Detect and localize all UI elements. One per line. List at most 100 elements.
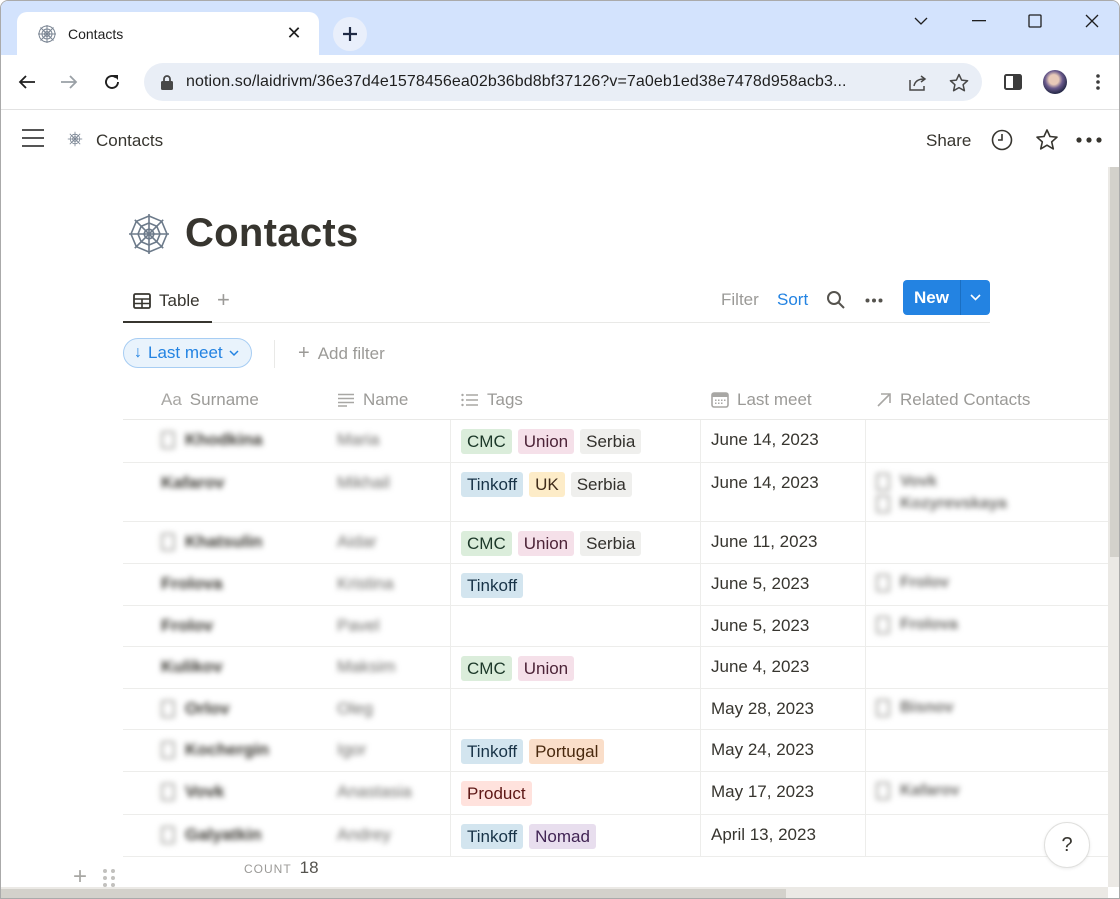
cell-surname[interactable]: Orlov [161,689,327,729]
sort-pill-last-meet[interactable]: ↓ Last meet [123,338,252,368]
cell-related-contacts[interactable]: Frolova [866,606,1108,646]
search-icon[interactable] [825,289,847,311]
related-contact-link[interactable]: Vovk [876,471,1108,493]
bookmark-star-icon[interactable] [948,72,970,94]
cell-last-meet[interactable]: June 5, 2023 [701,564,866,605]
tab-search-button[interactable] [893,1,949,41]
cell-name[interactable]: Igor [327,730,451,771]
column-header-name[interactable]: Name [337,379,408,420]
table-row[interactable]: Khatsulin Aidar CMC Union Serbia June 11, 202… [123,522,1108,564]
cell-last-meet[interactable]: May 17, 2023 [701,772,866,814]
spider-web-icon[interactable] [127,212,171,256]
cell-last-meet[interactable]: April 13, 2023 [701,815,866,856]
cell-related-contacts[interactable] [866,647,1108,688]
cell-last-meet[interactable]: June 4, 2023 [701,647,866,688]
history-clock-icon[interactable] [989,127,1015,153]
cell-surname[interactable]: Kochergin [161,730,327,771]
column-header-surname[interactable]: Aa Surname [161,379,259,420]
table-row[interactable]: Kulikov Maksim CMC Union June 4, 2023 [123,647,1108,689]
close-tab-icon[interactable]: ✕ [279,19,309,49]
breadcrumb[interactable]: Contacts [96,131,163,151]
cell-surname[interactable]: Kulikov [161,647,327,688]
cell-related-contacts[interactable]: Bisnov [866,689,1108,729]
close-window-button[interactable] [1064,1,1119,41]
sidebar-toggle-icon[interactable] [22,129,44,149]
favorite-star-icon[interactable] [1034,127,1060,153]
page-title[interactable]: Contacts [185,211,359,256]
help-button[interactable]: ? [1044,822,1090,868]
profile-avatar[interactable] [1043,70,1067,94]
side-panel-button[interactable] [996,65,1030,99]
forward-button[interactable] [52,65,86,99]
sort-button[interactable]: Sort [777,290,808,310]
share-button[interactable]: Share [926,131,971,151]
drag-handle-icon[interactable] [103,869,115,887]
cell-surname[interactable]: Frolov [161,606,327,646]
related-contact-link[interactable]: Bisnov [876,697,1108,719]
new-button[interactable]: New [903,280,990,315]
vertical-scrollbar[interactable] [1108,167,1119,887]
column-header-tags[interactable]: Tags [461,379,523,420]
table-row[interactable]: Kafarov Mikhail Tinkoff UK Serbia June 14, 20… [123,463,1108,522]
share-page-icon[interactable] [907,72,929,94]
address-bar[interactable]: notion.so/laidrivm/36e37d4e1578456ea02b3… [144,63,982,101]
add-view-button[interactable]: + [217,287,230,313]
cell-tags[interactable]: Product [451,772,701,814]
table-row[interactable]: Frolov Pavel June 5, 2023 Frolova [123,606,1108,647]
cell-name[interactable]: Maksim [327,647,451,688]
column-header-related-contacts[interactable]: Related Contacts [876,379,1030,420]
new-tab-button[interactable] [333,17,367,51]
cell-related-contacts[interactable] [866,522,1108,563]
maximize-button[interactable] [1007,1,1063,41]
cell-related-contacts[interactable]: Frolov [866,564,1108,605]
add-row-button[interactable]: + [73,865,87,889]
cell-tags[interactable] [451,689,701,729]
cell-surname[interactable]: Vovk [161,772,327,814]
cell-related-contacts[interactable]: Kafarov [866,772,1108,814]
cell-name[interactable]: Aidar [327,522,451,563]
cell-last-meet[interactable]: June 14, 2023 [701,463,866,521]
cell-surname[interactable]: Galyatkin [161,815,327,856]
view-tab-table[interactable]: Table [123,281,212,323]
cell-last-meet[interactable]: June 5, 2023 [701,606,866,646]
table-row[interactable]: Frolova Kristina Tinkoff June 5, 2023 Frolov [123,564,1108,606]
cell-tags[interactable] [451,606,701,646]
cell-surname[interactable]: Frolova [161,564,327,605]
cell-tags[interactable]: Tinkoff [451,564,701,605]
minimize-button[interactable] [951,1,1007,41]
cell-name[interactable]: Kristina [327,564,451,605]
cell-related-contacts[interactable] [866,420,1108,462]
cell-name[interactable]: Mikhail [327,463,451,521]
table-row[interactable]: Khodkina Maria CMC Union Serbia June 14, 2023 [123,420,1108,463]
cell-name[interactable]: Maria [327,420,451,462]
table-row[interactable]: Orlov Oleg May 28, 2023 Bisnov [123,689,1108,730]
table-row[interactable]: Vovk Anastasia Product May 17, 2023 Kafarov [123,772,1108,815]
column-header-last-meet[interactable]: Last meet [711,379,812,420]
browser-tab-contacts[interactable]: Contacts ✕ [17,12,319,55]
new-button-label[interactable]: New [903,280,960,315]
cell-last-meet[interactable]: June 11, 2023 [701,522,866,563]
cell-last-meet[interactable]: May 28, 2023 [701,689,866,729]
cell-name[interactable]: Anastasia [327,772,451,814]
related-contact-link[interactable]: Frolova [876,614,1108,636]
cell-surname[interactable]: Khodkina [161,420,327,462]
cell-surname[interactable]: Kafarov [161,463,327,521]
cell-last-meet[interactable]: June 14, 2023 [701,420,866,462]
add-filter-button[interactable]: + Add filter [298,342,385,365]
back-button[interactable] [10,65,44,99]
browser-menu-button[interactable] [1081,65,1115,99]
related-contact-link[interactable]: Frolov [876,572,1108,594]
view-more-options-icon[interactable] [863,289,885,311]
cell-related-contacts[interactable] [866,730,1108,771]
cell-last-meet[interactable]: May 24, 2023 [701,730,866,771]
new-button-dropdown[interactable] [961,280,990,315]
more-options-icon[interactable] [1076,127,1102,153]
cell-tags[interactable]: CMC Union Serbia [451,420,701,462]
cell-surname[interactable]: Khatsulin [161,522,327,563]
cell-name[interactable]: Oleg [327,689,451,729]
horizontal-scrollbar-thumb[interactable] [1,889,786,898]
cell-tags[interactable]: Tinkoff UK Serbia [451,463,701,521]
cell-related-contacts[interactable]: Vovk Kozyrevskaya [866,463,1108,521]
table-row[interactable]: Kochergin Igor Tinkoff Portugal May 24, 2023 [123,730,1108,772]
cell-name[interactable]: Pavel [327,606,451,646]
